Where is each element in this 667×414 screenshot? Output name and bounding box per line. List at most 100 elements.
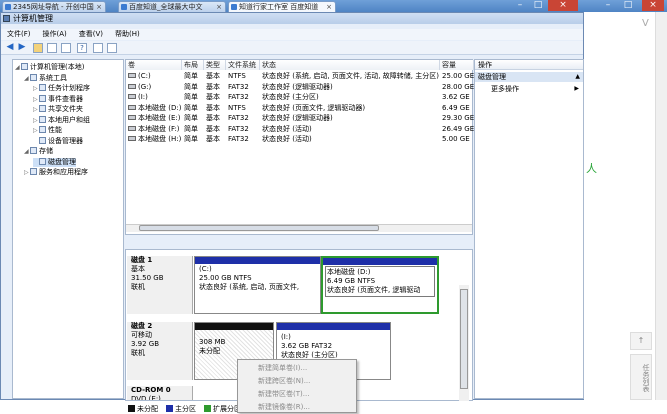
disk1-name: 磁盘 1 [131,256,153,264]
tab-close-icon[interactable]: × [216,2,222,12]
tree-item-label: 磁盘管理 [48,157,76,166]
browser-max-button-2[interactable]: □ [620,0,636,11]
tree-item[interactable]: 设备管理器 [33,136,83,146]
volume-cell-text: 状态良好 (逻辑驱动器) [262,82,333,91]
browser-close-button[interactable]: × [548,0,578,11]
volume-cell-vol[interactable]: (C:) [128,72,182,80]
legend-extended: 扩展分区 [204,404,241,414]
legend-swatch [204,405,211,412]
column-header-capacity[interactable]: 容量 [440,60,474,70]
volume-cell-layout: 简单 [184,135,204,143]
volume-cell-text: FAT32 [228,135,249,143]
tab-label: 知道行家工作室 百度知道 [239,3,319,11]
volume-cell-vol[interactable]: 本地磁盘 (E:) [128,114,182,122]
properties-icon[interactable] [61,43,71,53]
browser-maximize-button[interactable]: □ [530,0,546,11]
volume-cell-status: 状态良好 (页面文件, 逻辑驱动器) [262,104,440,112]
scrollbar-thumb[interactable] [460,289,468,389]
tree-item[interactable]: ◢ 存储 [24,147,53,156]
task-list-button[interactable]: 任务列表 [630,354,652,400]
menu-new-mirrored-volume[interactable]: 新建镜像卷(R)... [258,402,310,412]
volume-cell-vol[interactable]: 本地磁盘 (F:) [128,125,182,133]
back-icon[interactable]: ◀ [5,43,15,53]
browser-tab-2345[interactable]: 2345网址导航 - 开创中国 × [2,1,106,12]
volume-cell-text: 简单 [184,72,198,80]
tab-close-icon[interactable]: × [326,2,332,12]
volume-cell-text: 6.49 GE [442,103,470,112]
tree-item[interactable]: 磁盘管理 [33,157,76,167]
menu-new-striped-volume[interactable]: 新建带区卷(T)... [258,389,309,399]
tree-node-icon [39,115,46,123]
volume-cell-fs: NTFS [228,72,260,80]
menu-new-spanned-volume[interactable]: 新建跨区卷(N)... [258,376,310,386]
volume-cell-text: 28.00 GE [442,82,474,91]
chevron-down-icon[interactable]: V [642,18,649,29]
browser-vertical-scrollbar[interactable] [655,12,667,400]
browser-tab-baidu-zhidao[interactable]: 百度知道_全球最大中文 × [118,1,226,12]
partition-d-status: 状态良好 (页面文件, 逻辑驱动 [327,286,421,294]
volume-cell-text: (G:) [138,82,152,91]
browser-min-button-2[interactable]: – [600,0,616,11]
disk1-label[interactable]: 磁盘 1 基本 31.50 GB 联机 [127,256,193,314]
export-icon[interactable] [93,43,103,53]
tree-item-label: 事件查看器 [48,94,83,103]
column-header-type[interactable]: 类型 [204,60,226,70]
tree-item[interactable]: ◢ 系统工具 [24,73,67,83]
browser-minimize-button[interactable]: – [512,0,528,11]
column-header-status[interactable]: 状态 [260,60,440,70]
volume-cell-fs: NTFS [228,104,260,112]
partition-d-name: 本地磁盘 (D:) [327,268,371,276]
volume-cell-type: 基本 [206,93,226,101]
disk2-label[interactable]: 磁盘 2 可移动 3.92 GB 联机 [127,322,193,380]
tree-item-label: 任务计划程序 [48,84,90,92]
volume-cell-text: 基本 [206,124,220,133]
menu-view[interactable]: 查看(V) [73,29,109,40]
tree-item[interactable]: ▷ 任务计划程序 [33,84,90,93]
browser-tab-strip: 2345网址导航 - 开创中国 × 百度知道_全球最大中文 × 知道行家工作室 … [0,0,667,12]
volume-cell-text: 状态良好 (逻辑驱动器) [262,114,333,122]
volume-cell-vol[interactable]: (I:) [128,93,182,101]
volume-cell-vol[interactable]: 本地磁盘 (H:) [128,135,182,143]
collapse-arrow-icon[interactable]: ▲ [575,72,580,82]
volume-cell-text: FAT32 [228,114,249,122]
tree-item[interactable]: ▷ 服务和应用程序 [24,168,88,177]
show-hide-tree-icon[interactable] [47,43,57,53]
tree-item[interactable]: ▷ 性能 [33,126,62,135]
menu-action[interactable]: 操作(A) [37,29,73,40]
forward-icon[interactable]: ▶ [17,43,27,53]
tree-item[interactable]: ▷ 共享文件夹 [33,105,83,114]
menu-help[interactable]: 帮助(H) [109,29,146,40]
menu-file[interactable]: 文件(F) [1,29,37,40]
column-header-filesystem[interactable]: 文件系统 [226,60,260,70]
logical-drive-bar [323,258,437,265]
menu-new-simple-volume[interactable]: 新建简单卷(I)... [258,363,307,373]
tree-node-icon [39,126,46,133]
actions-more[interactable]: 更多操作 ▶ [475,84,583,94]
tree-item[interactable]: ▷ 本地用户和组 [33,115,90,125]
volume-cell-vol[interactable]: (G:) [128,83,182,91]
refresh-icon[interactable] [107,43,117,53]
tab-close-icon[interactable]: × [96,2,102,12]
volume-cell-layout: 简单 [184,93,204,101]
partition-c[interactable]: (C:) 25.00 GB NTFS 状态良好 (系统, 启动, 页面文件, [194,256,321,314]
browser-tab-zhidao-hangjia[interactable]: 知道行家工作室 百度知道 × [228,1,336,12]
column-header-volume[interactable]: 卷 [126,60,182,70]
volume-cell-status: 状态良好 (逻辑驱动器) [262,114,440,122]
cdrom-label[interactable]: CD-ROM 0 DVD (E:) [127,386,193,400]
volume-cell-text: 26.49 GE [442,124,474,133]
tree-item[interactable]: ◢ 计算机管理(本地) [15,63,84,72]
actions-section-disk-management[interactable]: 磁盘管理 ▲ [475,72,583,82]
tree-item-label: 性能 [48,126,62,134]
up-folder-icon[interactable] [33,43,43,53]
toolbar: ◀ ▶ ? [1,41,583,55]
browser-close-button-2[interactable]: × [642,0,664,11]
scrollbar-thumb[interactable] [139,225,379,231]
help-icon[interactable]: ? [77,43,87,53]
volume-cell-vol[interactable]: 本地磁盘 (D:) [128,104,182,112]
tree-node-icon [30,168,37,175]
back-to-top-button[interactable]: ↑ [630,332,652,350]
column-header-layout[interactable]: 布局 [182,60,204,70]
tree-item[interactable]: ▷ 事件查看器 [33,94,83,104]
drive-icon [128,115,136,120]
partition-d[interactable]: 本地磁盘 (D:) 6.49 GB NTFS 状态良好 (页面文件, 逻辑驱动 [321,256,439,314]
